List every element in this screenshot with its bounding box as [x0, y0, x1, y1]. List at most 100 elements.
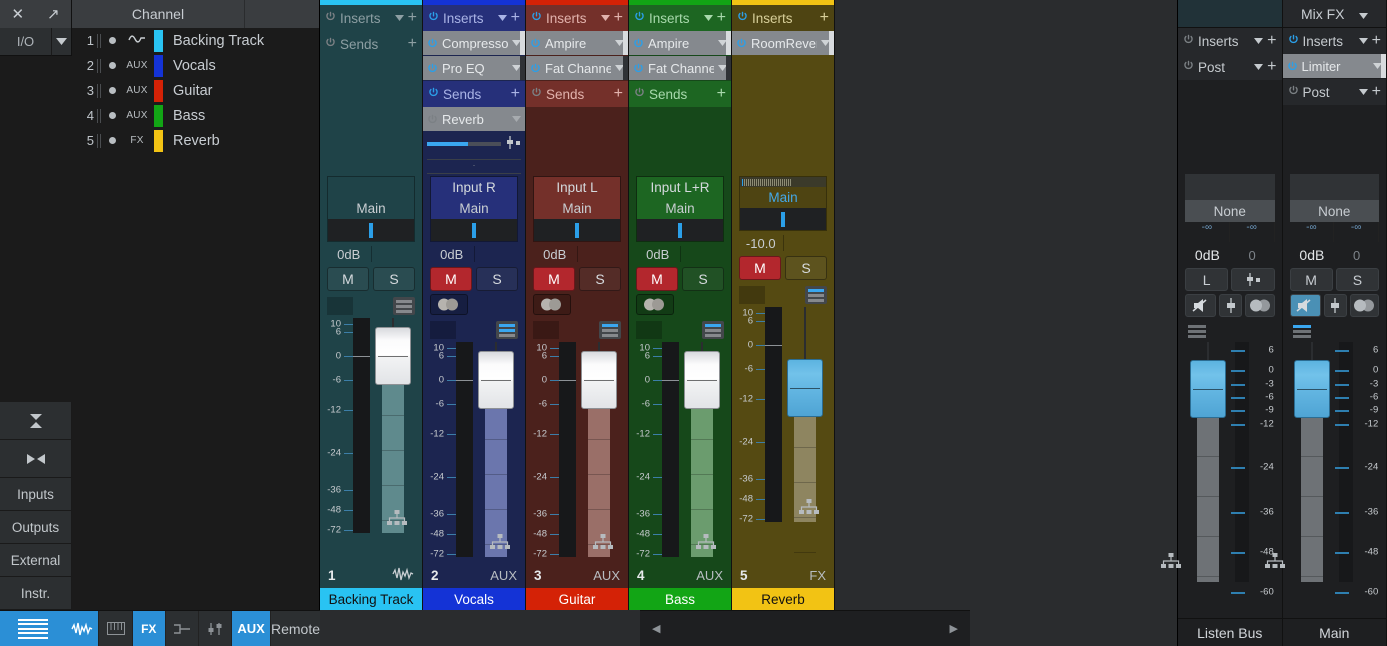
solo-button[interactable]: S — [1336, 268, 1379, 291]
listen-left-button[interactable]: L — [1185, 268, 1228, 291]
io-dropdown-icon[interactable] — [52, 28, 72, 56]
mono-button[interactable] — [1350, 294, 1379, 317]
pan-slider[interactable] — [740, 208, 826, 230]
sidebar-item-external[interactable]: External — [0, 544, 72, 577]
inserts-power-icon[interactable] — [737, 11, 748, 25]
add-send-button[interactable]: + — [614, 86, 623, 102]
peak-right[interactable]: -∞ — [1334, 222, 1379, 242]
channel-list-row[interactable]: 3 AUX Guitar — [72, 78, 320, 103]
drag-handle[interactable] — [94, 109, 104, 123]
pan-slider[interactable] — [534, 219, 620, 241]
add-insert-button[interactable]: + — [717, 10, 726, 26]
channel-list-row[interactable]: 1 Backing Track — [72, 28, 320, 53]
channel-list-row[interactable]: 4 AUX Bass — [72, 103, 320, 128]
channel-list-row[interactable]: 2 AUX Vocals — [72, 53, 320, 78]
pan-slider[interactable] — [637, 219, 723, 241]
post-header[interactable]: Post + — [1178, 54, 1282, 80]
insert-slot[interactable]: Compressor — [423, 31, 525, 55]
post-power-icon[interactable] — [1183, 60, 1194, 74]
group-indicator[interactable] — [393, 297, 415, 315]
insert-slot[interactable]: Ampire — [526, 31, 628, 55]
group-indicator[interactable] — [1186, 323, 1208, 339]
channel-color-swatch[interactable] — [154, 30, 163, 52]
sidebar-item-outputs[interactable]: Outputs — [0, 511, 72, 544]
pan-value[interactable]: 0 — [1334, 248, 1379, 263]
gain-value[interactable]: -10.0 — [739, 236, 783, 251]
sidebar-item-inputs[interactable]: Inputs — [0, 478, 72, 511]
group-indicator[interactable] — [805, 286, 827, 304]
inserts-power-icon[interactable] — [1288, 34, 1299, 48]
add-send-button[interactable]: + — [408, 36, 417, 52]
narrow-toggle[interactable] — [0, 440, 72, 478]
output-select[interactable]: None — [1185, 200, 1275, 222]
fader[interactable] — [473, 342, 518, 557]
gain-value[interactable]: 0dB — [636, 247, 680, 262]
chevron-down-icon[interactable] — [1359, 36, 1368, 46]
input-select[interactable] — [328, 177, 414, 198]
mono-toggle[interactable] — [636, 294, 674, 315]
inserts-power-icon[interactable] — [325, 11, 336, 25]
inserts-header[interactable]: Inserts + — [1283, 28, 1387, 54]
insert-slot[interactable]: Limiter — [1283, 54, 1387, 78]
pan-slider[interactable] — [328, 219, 414, 241]
group-indicator[interactable] — [702, 321, 724, 339]
visibility-dot[interactable] — [104, 87, 120, 94]
chevron-down-icon[interactable] — [512, 114, 521, 124]
record-arm-indicator[interactable] — [739, 286, 765, 304]
fader[interactable] — [576, 342, 621, 557]
visibility-dot[interactable] — [104, 37, 120, 44]
channel-color-swatch[interactable] — [154, 80, 163, 102]
drag-handle[interactable] — [94, 59, 104, 73]
visibility-dot[interactable] — [104, 112, 120, 119]
fader[interactable] — [1185, 342, 1231, 582]
output-select[interactable]: Main — [328, 198, 414, 219]
inserts-power-icon[interactable] — [634, 11, 645, 25]
routing-icon[interactable] — [1265, 553, 1285, 574]
inserts-power-icon[interactable] — [531, 11, 542, 25]
add-insert-button[interactable]: + — [820, 10, 829, 26]
sidebar-item-instruments[interactable]: Instr. — [0, 577, 72, 610]
sends-header[interactable]: Sends + — [526, 81, 628, 107]
add-insert-button[interactable]: + — [1372, 33, 1381, 49]
fader[interactable] — [782, 307, 827, 522]
inserts-power-icon[interactable] — [1183, 34, 1194, 48]
inserts-header[interactable]: Inserts + — [526, 5, 628, 31]
insert-slot[interactable]: Ampire — [629, 31, 731, 55]
visibility-dot[interactable] — [104, 137, 120, 144]
horizontal-scrollbar[interactable]: ◀ ▶ — [640, 610, 970, 646]
mono-toggle[interactable] — [430, 294, 468, 315]
send-slot[interactable]: Reverb — [423, 107, 525, 131]
gain-value[interactable]: 0dB — [430, 247, 474, 262]
fader[interactable] — [370, 318, 415, 533]
vca-filter-icon[interactable] — [199, 611, 232, 646]
post-power-icon[interactable] — [1288, 85, 1299, 99]
solo-button[interactable]: S — [785, 256, 827, 280]
strip-name-label[interactable]: Bass — [629, 588, 731, 610]
scroll-right-arrow[interactable]: ▶ — [950, 622, 958, 635]
output-select[interactable]: Main — [534, 198, 620, 219]
add-insert-button[interactable]: + — [1267, 33, 1276, 49]
strip-name-label[interactable]: Backing Track — [320, 588, 422, 610]
solo-button[interactable]: S — [682, 267, 724, 291]
fader-handle[interactable] — [478, 351, 514, 409]
fader-link-button[interactable] — [1219, 294, 1242, 317]
record-arm-indicator[interactable] — [327, 297, 353, 315]
routing-icon[interactable] — [593, 534, 613, 555]
sends-header[interactable]: Sends + — [320, 31, 422, 57]
mute-button[interactable]: M — [533, 267, 575, 291]
solo-button[interactable]: S — [476, 267, 518, 291]
fader-handle[interactable] — [1294, 360, 1330, 418]
chevron-down-icon[interactable] — [1254, 62, 1263, 72]
add-insert-button[interactable]: + — [511, 10, 520, 26]
sends-power-icon[interactable] — [325, 37, 336, 51]
routing-icon[interactable] — [799, 499, 819, 520]
record-arm-indicator[interactable] — [636, 321, 662, 339]
inserts-header[interactable]: Inserts + — [423, 5, 525, 31]
record-arm-indicator[interactable] — [533, 321, 559, 339]
channels-list-icon[interactable] — [0, 611, 66, 646]
mute-button[interactable]: M — [636, 267, 678, 291]
fader-handle[interactable] — [684, 351, 720, 409]
channel-color-swatch[interactable] — [154, 55, 163, 77]
strip-name-label[interactable]: Vocals — [423, 588, 525, 610]
fader-handle[interactable] — [1190, 360, 1226, 418]
